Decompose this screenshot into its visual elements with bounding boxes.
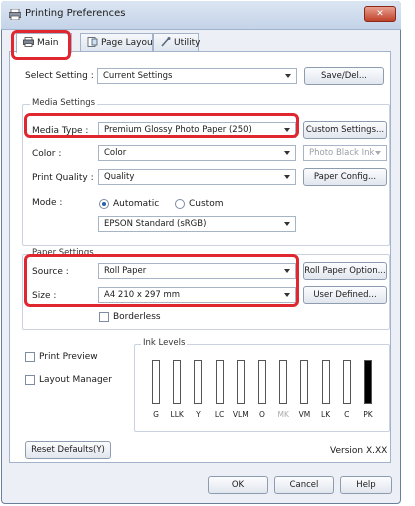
mode-profile-dropdown[interactable]: EPSON Standard (sRGB) [98, 216, 296, 232]
select-setting-value: Current Settings [103, 71, 173, 81]
ink-levels-title: Ink Levels [141, 338, 188, 348]
help-button[interactable]: Help [340, 476, 392, 494]
color-dropdown[interactable]: Color [98, 145, 296, 161]
mode-automatic-label: Automatic [113, 199, 160, 209]
select-setting-dropdown[interactable]: Current Settings [97, 68, 297, 84]
window-title: Printing Preferences [25, 8, 126, 19]
ok-button[interactable]: OK [208, 476, 268, 494]
cancel-button[interactable]: Cancel [274, 476, 334, 494]
custom-settings-button[interactable]: Custom Settings... [303, 121, 387, 139]
ink-label-lc: LC [214, 410, 225, 419]
ink-label-lk: LK [321, 410, 331, 419]
ink-type-dropdown[interactable]: Photo Black Ink [303, 145, 387, 161]
tab-utility-label: Utility [174, 38, 201, 48]
ink-bar-llk [173, 360, 182, 404]
roll-paper-option-button[interactable]: Roll Paper Option... [303, 262, 387, 280]
ink-bar-g [152, 360, 160, 404]
printer-icon [9, 9, 21, 20]
select-setting-label: Select Setting : [25, 71, 94, 81]
ink-label-y: Y [196, 410, 201, 419]
print-preview-checkbox[interactable] [25, 352, 35, 362]
ink-label-vlm: VLM [232, 410, 249, 419]
ink-bar-lk [321, 360, 330, 404]
ink-label-pk: PK [363, 410, 373, 419]
ink-bar-o [258, 360, 266, 404]
print-quality-dropdown[interactable]: Quality [98, 169, 296, 185]
color-value: Color [104, 148, 127, 158]
ink-bar-vm [300, 360, 309, 404]
ink-bar-mk [279, 360, 288, 404]
chevron-down-icon [375, 151, 381, 155]
ink-bar-lc [215, 360, 224, 404]
tab-page-layout-label: Page Layout [101, 38, 157, 48]
color-label: Color : [32, 149, 62, 159]
layout-manager-label: Layout Manager [39, 375, 112, 385]
close-icon[interactable]: ✕ [376, 9, 384, 19]
close-button[interactable]: ✕ [364, 6, 396, 22]
tab-utility[interactable]: Utility [153, 33, 201, 52]
reset-defaults-button[interactable]: Reset Defaults(Y) [25, 441, 111, 459]
user-defined-button[interactable]: User Defined... [303, 286, 387, 304]
paper-source-size-highlight [24, 254, 299, 307]
tab-page-layout[interactable]: Page Layout [80, 33, 157, 52]
mode-label: Mode : [32, 198, 63, 208]
chevron-down-icon [284, 151, 290, 155]
media-type-highlight [24, 113, 299, 138]
ink-bar-pk [364, 360, 372, 404]
print-preview-label: Print Preview [39, 352, 98, 362]
save-del-button[interactable]: Save/Del... [304, 67, 384, 85]
layout-manager-checkbox[interactable] [25, 375, 35, 385]
ink-label-c: C [344, 410, 350, 419]
mode-custom-radio[interactable] [175, 199, 185, 209]
ink-label-o: O [259, 410, 265, 419]
mode-profile-value: EPSON Standard (sRGB) [104, 219, 207, 229]
print-quality-value: Quality [104, 172, 135, 182]
media-settings-title: Media Settings [30, 98, 98, 108]
ink-bar-c [342, 360, 351, 404]
version-label: Version X.XX [330, 446, 388, 456]
mode-custom-label: Custom [189, 199, 224, 209]
chevron-down-icon [284, 175, 290, 179]
ink-fill-pk [365, 361, 371, 403]
chevron-down-icon [285, 74, 291, 78]
borderless-label: Borderless [113, 312, 161, 322]
ink-label-vm: VM [298, 410, 311, 419]
utility-wrench-icon [161, 37, 171, 47]
paper-config-button[interactable]: Paper Config... [303, 168, 387, 186]
print-quality-label: Print Quality : [32, 173, 94, 183]
borderless-checkbox[interactable] [99, 312, 109, 322]
ink-bar-vlm [236, 360, 245, 404]
ink-label-g: G [153, 410, 159, 419]
mode-automatic-radio[interactable] [99, 199, 109, 209]
page-layout-icon [87, 37, 98, 47]
ink-bar-y [194, 360, 203, 404]
chevron-down-icon [284, 222, 290, 226]
ink-type-value: Photo Black Ink [309, 148, 375, 158]
ink-label-mk: MK [277, 410, 289, 419]
main-tab-highlight [11, 30, 71, 60]
ink-label-llk: LLK [170, 410, 184, 419]
